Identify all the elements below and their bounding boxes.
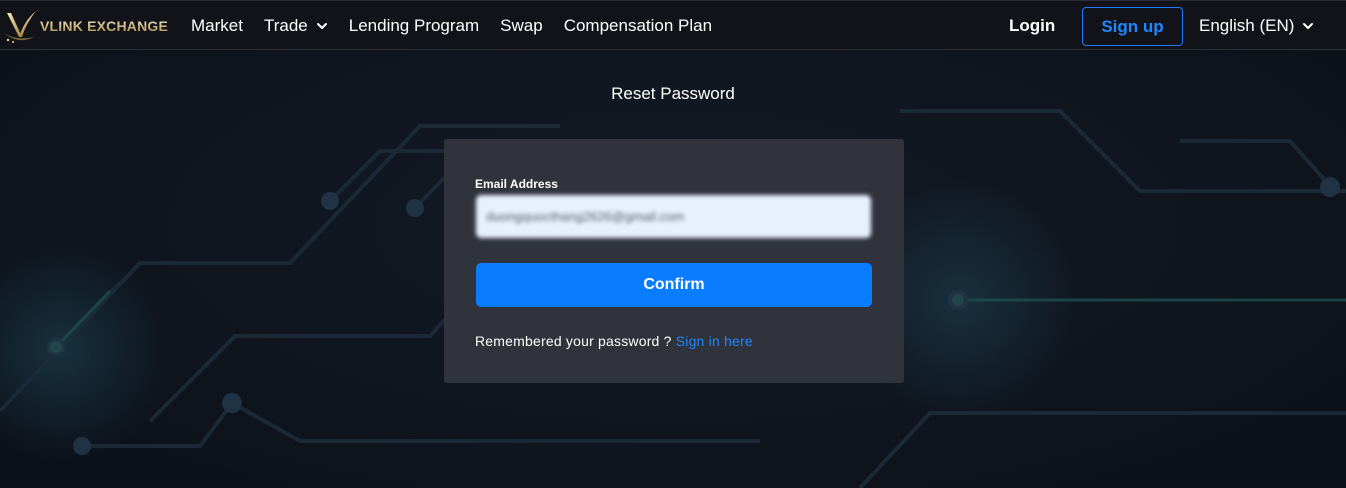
nav-trade-label: Trade (263, 16, 308, 35)
vlink-logo-icon (4, 11, 36, 43)
language-label: English (EN) (1199, 16, 1295, 35)
chevron-down-icon (316, 23, 327, 29)
language-selector[interactable]: English (EN) (1199, 16, 1314, 36)
reset-password-card: Email Address Confirm Remembered your pa… (444, 139, 904, 383)
nav-compensation-plan[interactable]: Compensation Plan (564, 16, 712, 36)
confirm-button[interactable]: Confirm (476, 263, 872, 307)
nav-trade[interactable]: Trade (264, 16, 328, 36)
brand-logo-text: VLINK EXCHANGE (40, 18, 169, 34)
chevron-down-icon (1303, 23, 1314, 29)
brand-logo[interactable]: VLINK EXCHANGE (4, 7, 168, 45)
login-link[interactable]: Login (1009, 16, 1055, 36)
main-nav: Market Trade Lending Program Swap Compen… (191, 1, 733, 51)
page-title: Reset Password (611, 84, 735, 103)
nav-lending-program[interactable]: Lending Program (349, 16, 479, 36)
email-label: Email Address (475, 177, 558, 191)
signup-button[interactable]: Sign up (1082, 7, 1183, 46)
email-field[interactable] (476, 195, 871, 238)
nav-swap[interactable]: Swap (500, 16, 543, 36)
remember-prompt: Remembered your password ? (475, 333, 672, 349)
remember-password-text: Remembered your password ? Sign in here (475, 333, 753, 349)
sign-in-link[interactable]: Sign in here (676, 333, 753, 349)
nav-market[interactable]: Market (191, 16, 243, 36)
top-navbar: VLINK EXCHANGE Market Trade Lending Prog… (0, 0, 1346, 50)
